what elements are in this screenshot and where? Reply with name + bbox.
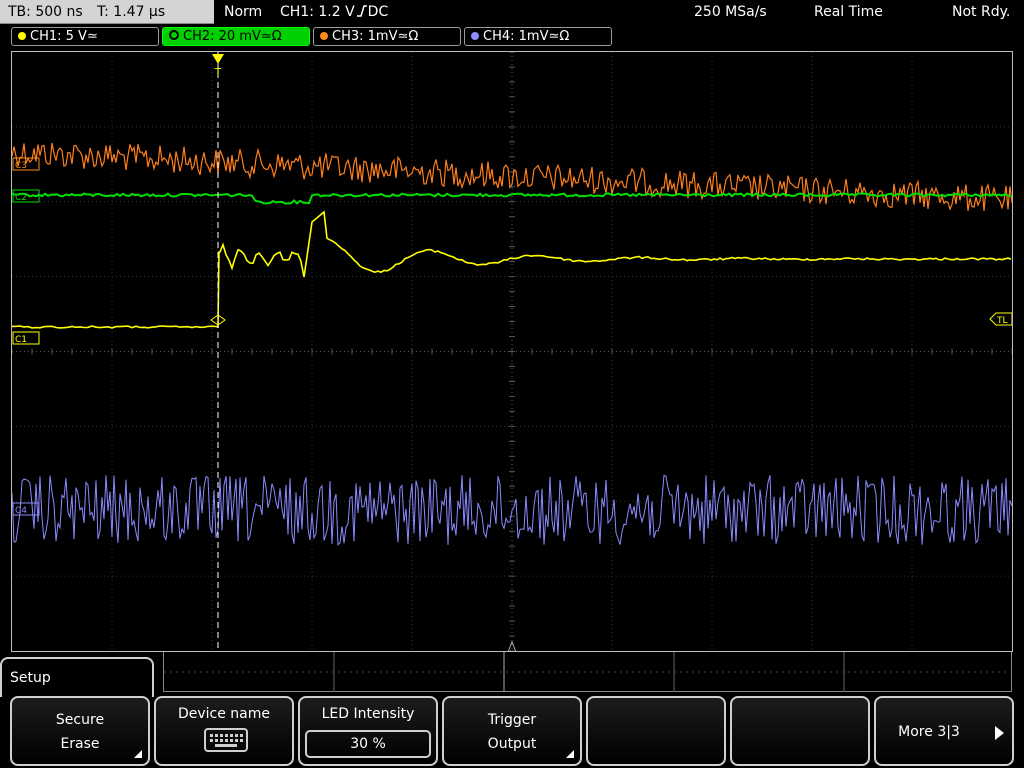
waveform-display[interactable]: T C3 C2 C1 C4 TL bbox=[11, 51, 1013, 652]
timebase-readout: TB: 500 ns bbox=[8, 4, 83, 20]
led-intensity-label: LED Intensity bbox=[321, 706, 415, 722]
trigger-readout[interactable]: CH1: 1.2 V DC bbox=[280, 0, 388, 24]
trigger-coupling: DC bbox=[367, 4, 389, 20]
led-intensity-value: 30 % bbox=[350, 736, 386, 752]
channel-1-label: CH1: 5 V bbox=[30, 29, 87, 44]
menu-title: Setup bbox=[10, 670, 51, 686]
waveform-canvas: T C3 C2 C1 C4 TL bbox=[12, 52, 1012, 651]
channel-1-tab[interactable]: CH1: 5 V≃ bbox=[11, 27, 159, 46]
more-label: More 3|3 bbox=[898, 724, 960, 740]
trigger-level-marker[interactable]: TL bbox=[989, 312, 1012, 326]
graticule bbox=[12, 52, 1012, 651]
channel-4-tab[interactable]: CH4: 1mV≃Ω bbox=[464, 27, 612, 46]
sample-rate: 250 MSa/s bbox=[694, 4, 767, 20]
channel-2-label: CH2: 20 mV bbox=[183, 29, 261, 44]
trigger-status: Not Rdy. bbox=[952, 4, 1011, 20]
channel-1-marker-label: C1 bbox=[15, 335, 27, 345]
empty-softkey-6[interactable] bbox=[730, 696, 870, 766]
secure-erase-label-2: Erase bbox=[60, 736, 100, 752]
keyboard-icon bbox=[204, 728, 248, 752]
trigger-output-label-2: Output bbox=[487, 736, 537, 752]
acquisition-mode[interactable]: Norm bbox=[224, 0, 262, 24]
channel-2-tab[interactable]: CH2: 20 mV≃Ω bbox=[162, 27, 310, 46]
submenu-corner-icon bbox=[566, 750, 574, 758]
trigger-position-marker[interactable]: T bbox=[212, 54, 224, 79]
empty-softkey-5[interactable] bbox=[586, 696, 726, 766]
device-name-button[interactable]: Device name bbox=[154, 696, 294, 766]
trigger-level: CH1: 1.2 V bbox=[280, 4, 355, 20]
status-bar: TB: 500 ns T: 1.47 µs Norm CH1: 1.2 V DC … bbox=[0, 0, 1024, 25]
device-name-label: Device name bbox=[177, 706, 271, 722]
channel-4-label: CH4: 1mV bbox=[483, 29, 549, 44]
channel-3-marker-label: C3 bbox=[15, 161, 27, 171]
bottom-grid bbox=[163, 652, 1013, 692]
submenu-corner-icon bbox=[134, 750, 142, 758]
channel-3-coupling: ≃Ω bbox=[397, 29, 419, 44]
trigger-level-marker-label: TL bbox=[996, 316, 1008, 326]
channel-4-waveform bbox=[12, 474, 1012, 546]
channel-2-marker-label: C2 bbox=[15, 193, 27, 203]
next-page-arrow-icon bbox=[995, 726, 1004, 740]
channel-2-coupling: ≃Ω bbox=[260, 29, 282, 44]
timebase-box[interactable]: TB: 500 ns T: 1.47 µs bbox=[0, 0, 214, 24]
channel-1-marker[interactable]: C1 bbox=[12, 331, 40, 345]
trigger-time-readout: T: 1.47 µs bbox=[97, 4, 166, 20]
trigger-output-label-1: Trigger bbox=[487, 712, 537, 728]
channel-4-dot-icon bbox=[471, 32, 479, 40]
channel-2-dot-icon bbox=[169, 30, 179, 40]
channel-3-label: CH3: 1mV bbox=[332, 29, 398, 44]
led-intensity-button[interactable]: LED Intensity 30 % bbox=[298, 696, 438, 766]
bottom-grid-lines bbox=[164, 652, 1013, 692]
channel-1-waveform bbox=[12, 210, 1012, 329]
led-intensity-value-box[interactable]: 30 % bbox=[305, 730, 431, 758]
menu-title-tab: Setup bbox=[0, 657, 154, 697]
channel-4-coupling: ≃Ω bbox=[548, 29, 570, 44]
trigger-marker-label: T bbox=[214, 66, 222, 79]
channel-4-marker-label: C4 bbox=[15, 506, 27, 516]
secure-erase-button[interactable]: Secure Erase bbox=[10, 696, 150, 766]
horizontal-center-icon bbox=[507, 640, 517, 651]
more-button[interactable]: More 3|3 bbox=[874, 696, 1014, 766]
channel-1-dot-icon bbox=[18, 32, 26, 40]
acquisition-type: Real Time bbox=[814, 4, 883, 20]
secure-erase-label-1: Secure bbox=[55, 712, 105, 728]
channel-bar: CH1: 5 V≃ CH2: 20 mV≃Ω CH3: 1mV≃Ω CH4: 1… bbox=[0, 26, 1024, 48]
trigger-arrow-icon bbox=[212, 54, 224, 64]
trigger-output-button[interactable]: Trigger Output bbox=[442, 696, 582, 766]
channel-3-tab[interactable]: CH3: 1mV≃Ω bbox=[313, 27, 461, 46]
channel-1-coupling: ≃ bbox=[86, 29, 98, 44]
channel-3-dot-icon bbox=[320, 32, 328, 40]
rising-edge-icon bbox=[356, 5, 367, 17]
